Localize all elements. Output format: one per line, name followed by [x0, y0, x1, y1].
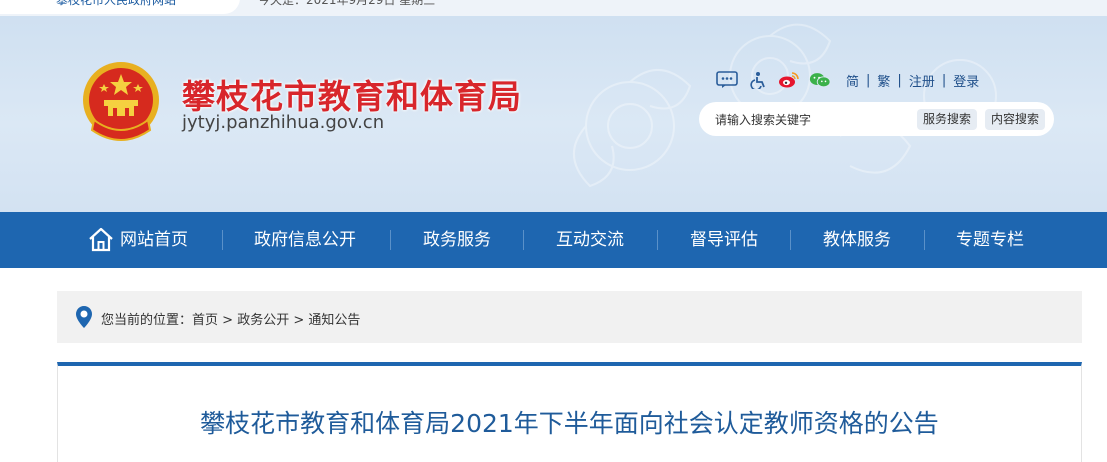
breadcrumb-separator: >	[289, 313, 309, 328]
simplified-chinese-link[interactable]: 简	[846, 71, 859, 90]
location-pin-icon	[76, 306, 92, 328]
separator: |	[866, 72, 871, 88]
national-emblem-icon	[83, 62, 159, 141]
breadcrumb-home[interactable]: 首页	[192, 313, 218, 328]
separator: |	[897, 72, 902, 88]
accessibility-icon[interactable]	[747, 70, 769, 90]
search-box[interactable]: 请输入搜索关键字 服务搜索 内容搜索	[699, 102, 1054, 136]
current-date: 今天是：2021年9月29日 星期三	[258, 0, 436, 7]
nav-item-home[interactable]: 网站首页	[120, 212, 188, 268]
breadcrumb-separator: >	[218, 313, 238, 328]
home-icon[interactable]	[87, 226, 115, 252]
content-search-button[interactable]: 内容搜索	[985, 109, 1046, 130]
nav-item-evaluation[interactable]: 督导评估	[690, 212, 758, 268]
separator: |	[941, 72, 947, 88]
breadcrumb: 您当前的位置：首页 > 政务公开 > 通知公告	[57, 291, 1082, 343]
breadcrumb-notices[interactable]: 通知公告	[308, 313, 360, 328]
main-nav: 网站首页 政府信息公开 政务服务 互动交流 督导评估 教体服务 专题专栏	[0, 212, 1107, 268]
nav-divider	[390, 230, 391, 250]
site-header: 攀枝花市教育和体育局 jytyj.panzhihua.gov.cn 简 | 繁 …	[0, 16, 1107, 212]
traditional-chinese-link[interactable]: 繁	[877, 71, 890, 90]
site-title: 攀枝花市教育和体育局	[182, 77, 522, 116]
nav-item-gov-services[interactable]: 政务服务	[423, 212, 491, 268]
nav-item-edu-sports-services[interactable]: 教体服务	[823, 212, 891, 268]
login-link[interactable]: 登录	[953, 71, 979, 90]
nav-item-special-topics[interactable]: 专题专栏	[956, 212, 1024, 268]
nav-divider	[523, 230, 524, 250]
nav-item-gov-info[interactable]: 政府信息公开	[254, 212, 356, 268]
site-domain: jytyj.panzhihua.gov.cn	[182, 112, 385, 133]
nav-divider	[222, 230, 223, 250]
service-search-button[interactable]: 服务搜索	[917, 109, 978, 130]
breadcrumb-gov-affairs[interactable]: 政务公开	[237, 313, 289, 328]
gov-site-link[interactable]: 攀枝花市人民政府网站	[56, 0, 176, 8]
utility-bar: 简 | 繁 | 注册 | 登录	[716, 70, 979, 90]
breadcrumb-label: 您当前的位置：	[101, 313, 193, 328]
nav-divider	[657, 230, 658, 250]
top-strip: 攀枝花市人民政府网站 今天是：2021年9月29日 星期三	[0, 0, 1107, 16]
nav-divider	[790, 230, 791, 250]
weibo-icon[interactable]	[778, 70, 800, 90]
breadcrumb-text: 您当前的位置：首页 > 政务公开 > 通知公告	[101, 309, 360, 328]
message-icon[interactable]	[716, 70, 738, 90]
search-input[interactable]: 请输入搜索关键字	[715, 111, 811, 128]
wechat-icon[interactable]	[809, 70, 831, 90]
article-panel: 攀枝花市教育和体育局2021年下半年面向社会认定教师资格的公告	[57, 362, 1082, 462]
nav-divider	[924, 230, 925, 250]
article-title: 攀枝花市教育和体育局2021年下半年面向社会认定教师资格的公告	[200, 409, 939, 438]
register-link[interactable]: 注册	[909, 71, 935, 90]
nav-item-interaction[interactable]: 互动交流	[556, 212, 624, 268]
